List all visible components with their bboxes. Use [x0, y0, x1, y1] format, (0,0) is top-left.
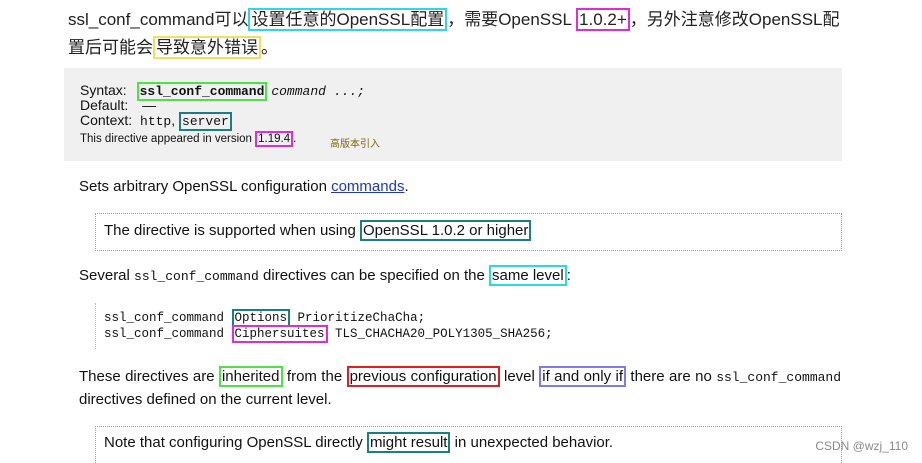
highlight-if-and-only-if: if and only if [539, 366, 627, 387]
highlight-openssl-version: 1.0.2+ [576, 8, 630, 31]
code-example: ssl_conf_command Options PrioritizeChaCh… [95, 303, 841, 349]
behavior-note-text: Note that configuring OpenSSL directly m… [104, 432, 614, 453]
paragraph-text: : [566, 267, 571, 284]
appeared-suffix: . [293, 133, 297, 145]
description-paragraph: Sets arbitrary OpenSSL configuration com… [79, 177, 409, 197]
paragraph-text: directives defined on the current level. [79, 391, 332, 408]
inheritance-paragraph: These directives are inherited from the … [79, 366, 841, 411]
paragraph-text: level [499, 368, 540, 385]
summary-text: ssl_conf_command可以 [68, 10, 249, 29]
directive-args: command ...; [271, 84, 365, 99]
inline-code: ssl_conf_command [716, 370, 842, 385]
commands-link[interactable]: commands [331, 178, 404, 195]
note-text: The directive is supported when using [104, 222, 360, 239]
paragraph-text: from the [282, 368, 347, 385]
context-http: http [140, 114, 172, 129]
default-row: Default: — [80, 97, 156, 113]
syntax-label: Syntax: [80, 82, 127, 98]
context-label: Context: [80, 112, 133, 128]
code-line: ssl_conf_command Options PrioritizeChaCh… [104, 309, 426, 327]
highlight-might-result: might result [366, 432, 451, 453]
version-number: 1.19.4 [255, 131, 294, 147]
chinese-summary: ssl_conf_command可以 设置任意的OpenSSL配置 ，需要OpenS… [68, 6, 858, 62]
highlight-any-openssl-config: 设置任意的OpenSSL配置 [248, 8, 448, 31]
highlight-inherited: inherited [218, 366, 283, 387]
highlight-ciphersuites: Ciphersuites [231, 325, 328, 343]
note-text: in unexpected behavior. [450, 434, 614, 451]
inline-code: ssl_conf_command [134, 269, 259, 284]
default-value: — [142, 97, 157, 113]
note-text: Note that configuring OpenSSL directly [104, 434, 367, 451]
paragraph-text: These directives are [79, 368, 219, 385]
paragraph-text: Several [79, 267, 135, 284]
paragraph-text: there are no [626, 368, 717, 385]
highlight-unexpected-error: 导致意外错误 [153, 36, 261, 59]
code-text: TLS_CHACHA20_POLY1305_SHA256; [327, 327, 553, 341]
summary-text: 置后可能会 [68, 38, 153, 57]
summary-text: ，另外注意修改OpenSSL配 [629, 10, 840, 29]
chinese-annotation: 高版本引入 [330, 139, 380, 150]
support-note: The directive is supported when using Op… [95, 213, 842, 251]
highlight-same-level: same level [489, 265, 567, 286]
appeared-in-version: This directive appeared in version 1.19.… [80, 131, 297, 147]
description-text: Sets arbitrary OpenSSL configuration [79, 178, 332, 195]
highlight-previous-configuration: previous configuration [346, 366, 500, 387]
code-text: ssl_conf_command [104, 327, 232, 341]
context-separator: , [171, 112, 180, 128]
directive-name: ssl_conf_command [136, 82, 268, 101]
default-label: Default: [80, 97, 129, 113]
context-server: server [179, 112, 232, 131]
summary-text: ，需要OpenSSL [447, 10, 577, 29]
code-text: ssl_conf_command [104, 311, 232, 325]
support-note-text: The directive is supported when using Op… [104, 220, 532, 241]
directive-syntax-box: Syntax: ssl_conf_command command ...; De… [64, 68, 842, 161]
several-directives-paragraph: Several ssl_conf_command directives can … [79, 265, 571, 287]
summary-text: 。 [261, 38, 278, 57]
watermark: CSDN @wzj_110 [815, 439, 908, 453]
behavior-note: Note that configuring OpenSSL directly m… [95, 426, 842, 463]
code-line: ssl_conf_command Ciphersuites TLS_CHACHA… [104, 325, 553, 343]
paragraph-text: directives can be specified on the [258, 267, 489, 284]
code-text: PrioritizeChaCha; [290, 311, 426, 325]
context-row: Context: http, server [80, 112, 232, 131]
appeared-prefix: This directive appeared in version [80, 133, 256, 145]
highlight-openssl-requirement: OpenSSL 1.0.2 or higher [359, 220, 532, 241]
description-end: . [404, 178, 409, 195]
